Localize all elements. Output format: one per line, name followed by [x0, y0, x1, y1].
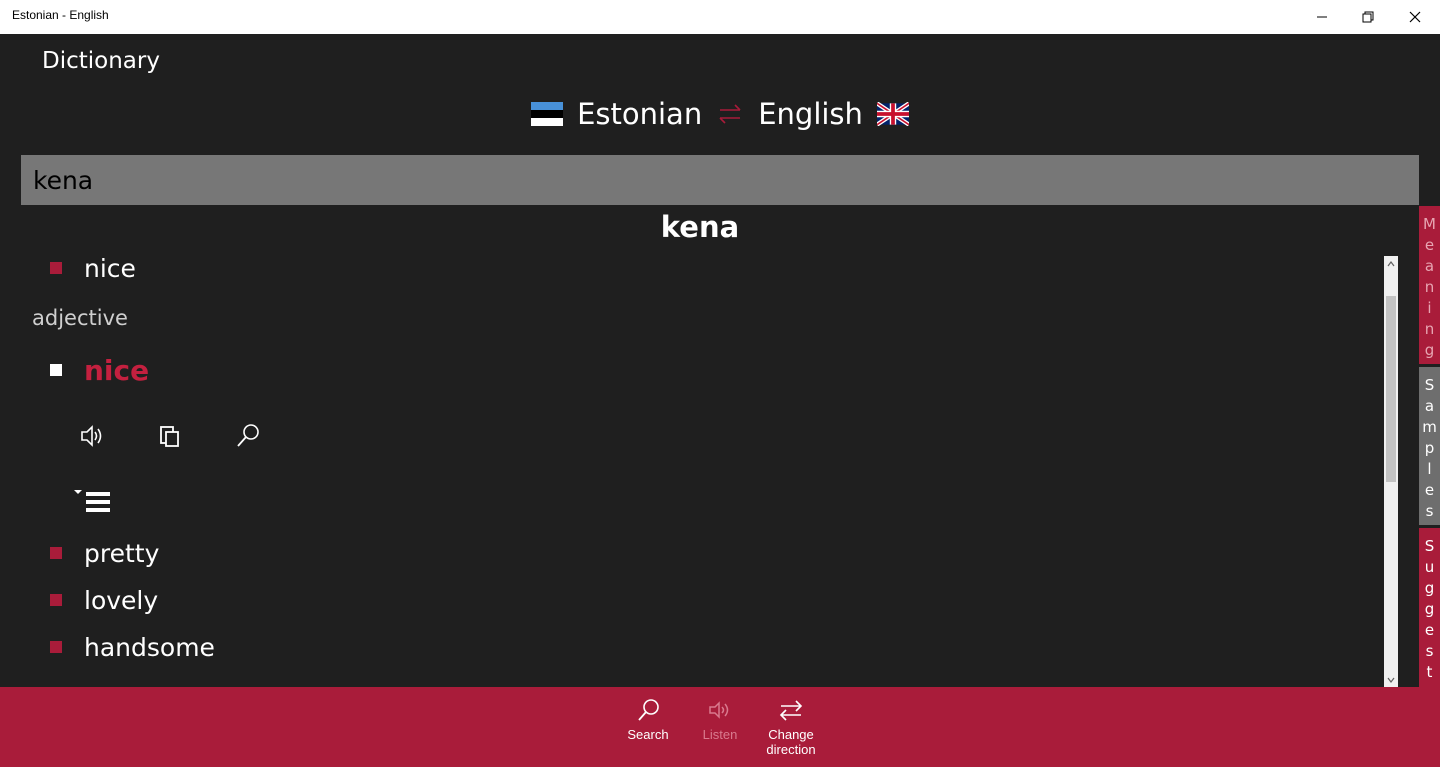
listen-button[interactable]: Listen — [685, 697, 755, 742]
primary-translation[interactable]: nice — [84, 254, 136, 283]
source-language: Estonian — [577, 97, 703, 131]
swap-arrows-icon — [779, 700, 803, 721]
speaker-icon — [709, 701, 729, 719]
restore-icon — [1362, 11, 1374, 23]
side-tab-letter: s — [1425, 502, 1434, 520]
change-direction-label-line2: direction — [766, 742, 816, 757]
bullet-icon — [50, 262, 62, 274]
side-tab-letter: e — [1424, 481, 1435, 499]
bottom-app-bar: Search Listen Change direction — [0, 687, 1440, 767]
side-tab-letter: n — [1424, 278, 1435, 296]
side-tab-letter: p — [1424, 439, 1435, 457]
side-tab-letter: l — [1427, 460, 1432, 478]
minimize-icon — [1317, 16, 1327, 18]
uk-flag-icon — [876, 102, 909, 126]
scrollbar-thumb[interactable] — [1386, 296, 1396, 482]
language-direction-bar[interactable]: Estonian English — [0, 94, 1440, 134]
side-tab-letter: a — [1424, 257, 1435, 275]
results-list[interactable]: nice adjective nice pretty lovely handso… — [0, 244, 1400, 687]
bullet-icon — [50, 547, 62, 559]
side-tab-letter: e — [1424, 236, 1435, 254]
part-of-speech: adjective — [32, 306, 128, 330]
translation-item[interactable]: handsome — [84, 633, 215, 662]
side-tab-letter: i — [1427, 299, 1432, 317]
list-icon[interactable] — [74, 486, 114, 518]
translation-item[interactable]: lovely — [84, 586, 158, 615]
estonian-flag-icon — [531, 102, 564, 126]
tab-suggest[interactable]: Suggest — [1419, 528, 1440, 687]
headword: kena — [660, 210, 740, 244]
swap-arrows-icon — [719, 104, 741, 124]
side-tab-letter: M — [1423, 215, 1436, 233]
side-tab-letter: e — [1424, 621, 1435, 639]
change-direction-button[interactable]: Change direction — [756, 697, 826, 757]
bullet-icon — [50, 594, 62, 606]
close-icon — [1409, 11, 1421, 23]
selected-translation[interactable]: nice — [84, 354, 149, 387]
bullet-icon — [50, 641, 62, 653]
change-direction-label-line1: Change — [768, 727, 814, 742]
side-tab-letter: S — [1424, 537, 1435, 555]
translation-item[interactable]: pretty — [84, 539, 159, 568]
search-icon — [638, 699, 659, 721]
restore-button[interactable] — [1345, 0, 1391, 34]
side-tab-letter: a — [1424, 397, 1435, 415]
side-tab-letter: g — [1424, 341, 1435, 359]
window-titlebar: Estonian - English — [0, 0, 1440, 34]
side-tab-letter: n — [1424, 320, 1435, 338]
target-language: English — [758, 97, 863, 131]
selected-bullet-icon — [50, 364, 62, 376]
search-icon[interactable] — [234, 422, 262, 450]
window-title: Estonian - English — [12, 8, 109, 22]
search-button-label: Search — [627, 727, 669, 742]
app-content: Dictionary Estonian English kena nice ad… — [0, 34, 1440, 767]
search-button[interactable]: Search — [613, 697, 683, 742]
close-button[interactable] — [1392, 0, 1438, 34]
side-tab-letter: S — [1424, 376, 1435, 394]
listen-button-label: Listen — [702, 727, 738, 742]
side-tab-letter: t — [1426, 663, 1433, 681]
side-tab-letter: s — [1425, 642, 1434, 660]
scroll-down-icon[interactable] — [1387, 676, 1395, 684]
results-scrollbar[interactable] — [1384, 256, 1398, 688]
side-tab-letter: u — [1424, 558, 1435, 576]
app-title: Dictionary — [42, 48, 160, 74]
scroll-up-icon[interactable] — [1387, 260, 1395, 268]
tab-meaning[interactable]: Meaning — [1419, 206, 1440, 364]
side-tab-letter: g — [1424, 579, 1435, 597]
side-tab-letter: m — [1422, 418, 1437, 436]
search-input[interactable] — [21, 155, 1419, 205]
copy-icon[interactable] — [156, 422, 184, 450]
side-tab-letter: g — [1424, 600, 1435, 618]
minimize-button[interactable] — [1299, 0, 1345, 34]
tab-samples[interactable]: Samples — [1419, 367, 1440, 525]
speaker-icon[interactable] — [78, 422, 106, 450]
